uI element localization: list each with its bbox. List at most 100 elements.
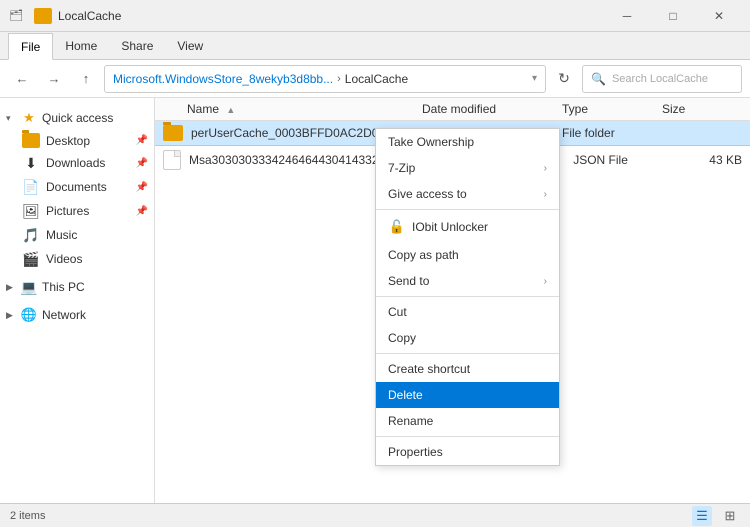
ctx-give-access[interactable]: Give access to › bbox=[376, 181, 559, 207]
sidebar-item-documents[interactable]: 📄 Documents 📌 bbox=[0, 175, 154, 199]
folder-icon bbox=[163, 125, 183, 141]
desktop-label: Desktop bbox=[46, 134, 90, 148]
status-bar: 2 items ☰ ⊞ bbox=[0, 503, 750, 527]
back-button[interactable]: ← bbox=[8, 65, 36, 93]
document-icon bbox=[163, 150, 181, 170]
close-button[interactable]: ✕ bbox=[696, 0, 742, 32]
ctx-take-ownership[interactable]: Take Ownership bbox=[376, 129, 559, 155]
ctx-cut-label: Cut bbox=[388, 305, 547, 319]
sidebar-item-pictures[interactable]: 🖼 Pictures 📌 bbox=[0, 199, 154, 223]
column-size[interactable]: Size bbox=[662, 102, 742, 116]
documents-label: Documents bbox=[46, 180, 107, 194]
column-name[interactable]: Name ▲ bbox=[163, 102, 422, 116]
title-folder-icon bbox=[34, 8, 52, 24]
file-type: File folder bbox=[562, 126, 662, 140]
address-part-2: LocalCache bbox=[345, 72, 408, 86]
column-date[interactable]: Date modified bbox=[422, 102, 562, 116]
ctx-delete-label: Delete bbox=[388, 388, 547, 402]
network-header[interactable]: ▶ 🌐 Network bbox=[0, 303, 154, 327]
minimize-button[interactable]: ─ bbox=[604, 0, 650, 32]
tab-home[interactable]: Home bbox=[53, 32, 109, 59]
sidebar-item-downloads[interactable]: ⬇ Downloads 📌 bbox=[0, 151, 154, 175]
ctx-iobit-icon: 🔓 bbox=[388, 218, 406, 236]
ctx-give-access-arrow-icon: › bbox=[544, 189, 547, 200]
ctx-separator-3 bbox=[376, 353, 559, 354]
pictures-icon: 🖼 bbox=[22, 202, 40, 220]
file-list-header: Name ▲ Date modified Type Size bbox=[155, 98, 750, 121]
pictures-pin-icon: 📌 bbox=[136, 206, 148, 217]
grid-view-button[interactable]: ⊞ bbox=[720, 506, 740, 526]
sidebar-item-videos[interactable]: 🎬 Videos bbox=[0, 247, 154, 271]
tab-view[interactable]: View bbox=[165, 32, 215, 59]
address-separator: › bbox=[337, 73, 341, 85]
ctx-iobit[interactable]: 🔓 IObit Unlocker bbox=[376, 212, 559, 242]
column-type[interactable]: Type bbox=[562, 102, 662, 116]
refresh-button[interactable]: ↻ bbox=[550, 65, 578, 93]
documents-icon: 📄 bbox=[22, 178, 40, 196]
ctx-properties[interactable]: Properties bbox=[376, 439, 559, 465]
ctx-take-ownership-label: Take Ownership bbox=[388, 135, 547, 149]
this-pc-chevron-icon: ▶ bbox=[6, 282, 16, 293]
tab-file[interactable]: File bbox=[8, 33, 53, 60]
ctx-send-to-label: Send to bbox=[388, 274, 544, 288]
ctx-send-to[interactable]: Send to › bbox=[376, 268, 559, 294]
network-section: ▶ 🌐 Network bbox=[0, 303, 154, 327]
ctx-create-shortcut-label: Create shortcut bbox=[388, 362, 547, 376]
search-icon: 🔍 bbox=[591, 72, 606, 86]
window-title: LocalCache bbox=[58, 9, 121, 23]
title-bar: 🗂 LocalCache ─ □ ✕ bbox=[0, 0, 750, 32]
music-label: Music bbox=[46, 228, 77, 242]
downloads-pin-icon: 📌 bbox=[136, 158, 148, 169]
ctx-delete[interactable]: Delete bbox=[376, 382, 559, 408]
file-type-2: JSON File bbox=[573, 153, 667, 167]
item-count: 2 items bbox=[10, 510, 45, 522]
forward-button[interactable]: → bbox=[40, 65, 68, 93]
downloads-label: Downloads bbox=[46, 156, 105, 170]
ctx-rename[interactable]: Rename bbox=[376, 408, 559, 434]
sidebar-item-music[interactable]: 🎵 Music bbox=[0, 223, 154, 247]
ctx-copy[interactable]: Copy bbox=[376, 325, 559, 351]
ctx-cut[interactable]: Cut bbox=[376, 299, 559, 325]
desktop-pin-icon: 📌 bbox=[136, 135, 148, 146]
address-part-1: Microsoft.WindowsStore_8wekyb3d8bb... bbox=[113, 72, 333, 86]
ctx-7zip-arrow-icon: › bbox=[544, 163, 547, 174]
address-bar[interactable]: Microsoft.WindowsStore_8wekyb3d8bb... › … bbox=[104, 65, 546, 93]
this-pc-header[interactable]: ▶ 💻 This PC bbox=[0, 275, 154, 299]
this-pc-label: This PC bbox=[42, 280, 85, 294]
ctx-give-access-label: Give access to bbox=[388, 187, 544, 201]
network-label: Network bbox=[42, 308, 86, 322]
list-view-button[interactable]: ☰ bbox=[692, 506, 712, 526]
documents-pin-icon: 📌 bbox=[136, 182, 148, 193]
main-area: ▾ ★ Quick access Desktop 📌 ⬇ Downloads 📌… bbox=[0, 98, 750, 503]
navigation-bar: ← → ↑ Microsoft.WindowsStore_8wekyb3d8bb… bbox=[0, 60, 750, 98]
quick-access-header[interactable]: ▾ ★ Quick access bbox=[0, 106, 154, 130]
sidebar: ▾ ★ Quick access Desktop 📌 ⬇ Downloads 📌… bbox=[0, 98, 155, 503]
this-pc-icon: 💻 bbox=[20, 278, 38, 296]
ctx-7zip[interactable]: 7-Zip › bbox=[376, 155, 559, 181]
music-icon: 🎵 bbox=[22, 226, 40, 244]
quick-access-chevron-icon: ▾ bbox=[6, 113, 16, 124]
address-chevron-icon: ▾ bbox=[532, 73, 537, 84]
sort-arrow-icon: ▲ bbox=[226, 105, 235, 115]
title-bar-icons: 🗂 bbox=[8, 8, 24, 24]
quick-access-star-icon: ★ bbox=[20, 109, 38, 127]
sidebar-item-desktop[interactable]: Desktop 📌 bbox=[0, 130, 154, 151]
network-icon: 🌐 bbox=[20, 306, 38, 324]
quick-access-section: ▾ ★ Quick access Desktop 📌 ⬇ Downloads 📌… bbox=[0, 106, 154, 271]
search-box[interactable]: 🔍 Search LocalCache bbox=[582, 65, 742, 93]
downloads-icon: ⬇ bbox=[22, 154, 40, 172]
ctx-copy-label: Copy bbox=[388, 331, 547, 345]
maximize-button[interactable]: □ bbox=[650, 0, 696, 32]
network-chevron-icon: ▶ bbox=[6, 310, 16, 321]
tab-share[interactable]: Share bbox=[109, 32, 165, 59]
file-size-2: 43 KB bbox=[667, 153, 742, 167]
ctx-send-to-arrow-icon: › bbox=[544, 276, 547, 287]
ctx-copy-path[interactable]: Copy as path bbox=[376, 242, 559, 268]
pictures-label: Pictures bbox=[46, 204, 89, 218]
ribbon-tabs: File Home Share View bbox=[0, 32, 750, 60]
ctx-create-shortcut[interactable]: Create shortcut bbox=[376, 356, 559, 382]
window-controls: ─ □ ✕ bbox=[604, 0, 742, 32]
up-button[interactable]: ↑ bbox=[72, 65, 100, 93]
search-placeholder: Search LocalCache bbox=[612, 73, 708, 85]
context-menu: Take Ownership 7-Zip › Give access to › … bbox=[375, 128, 560, 466]
